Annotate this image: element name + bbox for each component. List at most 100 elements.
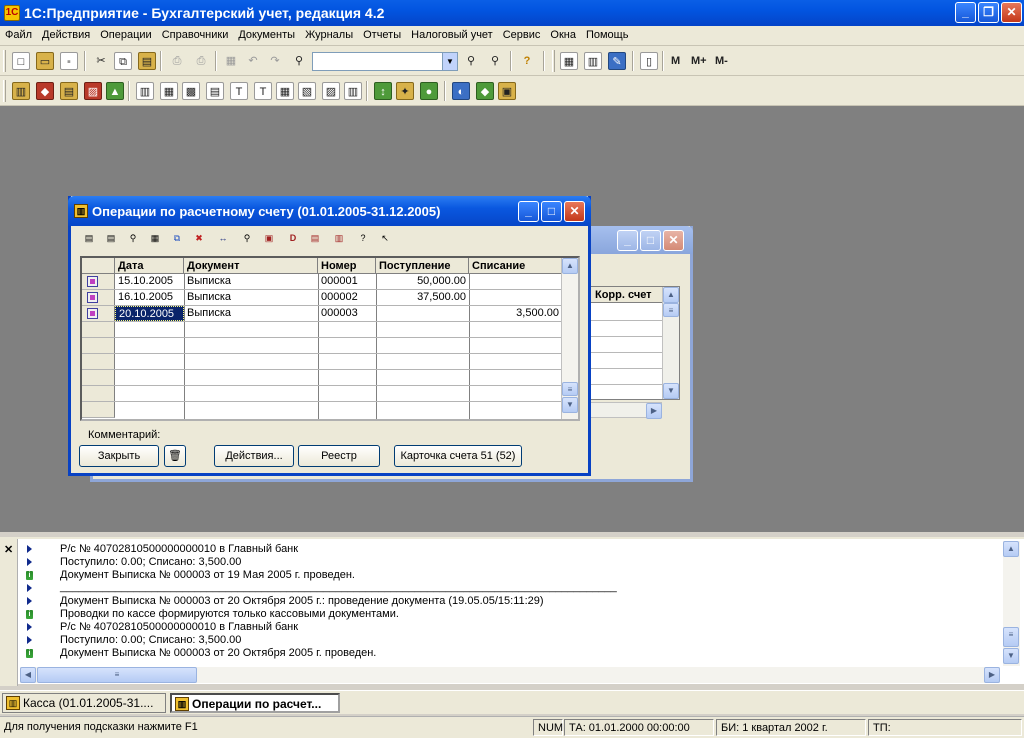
table-cell-income[interactable] <box>376 306 469 321</box>
close-icon[interactable]: ✕ <box>564 201 585 222</box>
copy-document-icon[interactable]: ⧉ <box>169 230 185 246</box>
menu-file[interactable]: Файл <box>0 26 37 45</box>
account-analysis-icon[interactable]: ▤ <box>206 82 224 100</box>
table-cell-date[interactable]: 15.10.2005 <box>115 274 184 289</box>
row-indicator[interactable] <box>82 290 115 306</box>
unpost-icon[interactable]: D <box>285 230 301 246</box>
search-combobox[interactable]: ▼ <box>312 52 458 71</box>
scroll-down-icon[interactable]: ▼ <box>562 397 578 413</box>
memory-m-button[interactable]: M <box>668 52 683 70</box>
find-binoculars-icon[interactable]: ⚲ <box>290 52 308 70</box>
new-document-icon[interactable]: □ <box>12 52 30 70</box>
column-header-corr-account[interactable]: Корр. счет <box>591 287 663 303</box>
post-document-icon[interactable]: ▣ <box>261 230 277 246</box>
column-header-expense[interactable]: Списание <box>469 258 562 274</box>
paste-icon[interactable]: ▤ <box>138 52 156 70</box>
table-cell-number[interactable]: 000001 <box>318 274 376 289</box>
movement-icon[interactable]: ▥ <box>331 230 347 246</box>
restore-icon[interactable]: ❐ <box>978 2 999 23</box>
vertical-scrollbar[interactable]: ▲ ≡ ▼ <box>662 287 679 399</box>
calculator-icon[interactable]: ▦ <box>560 52 578 70</box>
1c-logo-icon[interactable]: 1С <box>4 5 20 21</box>
cash-desk-icon[interactable]: ↕ <box>374 82 392 100</box>
task-cash-window[interactable]: ▥ Касса (01.01.2005-31.... <box>2 693 166 713</box>
turnover-balance-icon[interactable]: ▥ <box>136 82 154 100</box>
table-cell-expense[interactable]: 3,500.00 <box>469 306 562 321</box>
scroll-down-icon[interactable]: ▼ <box>1003 648 1019 664</box>
scroll-thumb[interactable]: ≡ <box>562 382 578 396</box>
table-cell-number[interactable]: 000003 <box>318 306 376 321</box>
toolbar-grip[interactable] <box>552 50 555 72</box>
edit-row-icon[interactable]: ▤ <box>103 230 119 246</box>
account-turnover-icon[interactable]: ▧ <box>298 82 316 100</box>
search-binoculars-icon[interactable]: ⚲ <box>239 230 255 246</box>
scroll-down-icon[interactable]: ▼ <box>663 383 679 399</box>
redo-icon[interactable]: ↷ <box>266 52 284 70</box>
actions-button[interactable]: Действия... <box>214 445 294 467</box>
chessboard-icon[interactable]: ▦ <box>160 82 178 100</box>
interval-icon[interactable]: ↔ <box>215 230 231 246</box>
cut-icon[interactable]: ✂ <box>92 52 110 70</box>
bank-operations-window[interactable]: ▥ Операции по расчетному счету (01.01.20… <box>68 196 591 476</box>
close-icon[interactable]: ✕ <box>4 543 13 556</box>
delete-row-icon[interactable]: ✖ <box>191 230 207 246</box>
save-icon[interactable]: ▪ <box>60 52 78 70</box>
menu-tax[interactable]: Налоговый учет <box>406 26 498 45</box>
add-row-icon[interactable]: ▤ <box>81 230 97 246</box>
memory-plus-button[interactable]: M+ <box>688 52 710 70</box>
table-cell-income[interactable]: 50,000.00 <box>376 274 469 289</box>
trash-icon[interactable]: 🗑 <box>164 445 186 467</box>
find-next-icon[interactable]: ⚲ <box>462 52 480 70</box>
hint-icon[interactable]: ✎ <box>608 52 626 70</box>
subconto-icon[interactable]: ◆ <box>36 82 54 100</box>
chart-of-accounts-icon[interactable]: ▥ <box>12 82 30 100</box>
chevron-down-icon[interactable]: ▼ <box>442 53 457 70</box>
table-cell-document[interactable]: Выписка <box>184 290 318 305</box>
period-close-icon[interactable]: ◆ <box>476 82 494 100</box>
help-icon[interactable]: ? <box>355 230 371 246</box>
bank-operations-title-bar[interactable]: ▥ Операции по расчетному счету (01.01.20… <box>68 196 591 226</box>
scroll-left-icon[interactable]: ◀ <box>20 667 36 683</box>
maximize-icon[interactable]: □ <box>541 201 562 222</box>
scroll-up-icon[interactable]: ▲ <box>562 258 578 274</box>
account-card-button[interactable]: Карточка счета 51 (52) <box>394 445 522 467</box>
chart-report-icon[interactable]: ▥ <box>344 82 362 100</box>
view-icon[interactable]: ⚲ <box>125 230 141 246</box>
close-icon[interactable]: ✕ <box>1001 2 1022 23</box>
table-cell-document[interactable]: Выписка <box>184 306 318 321</box>
table-cell-expense[interactable] <box>469 290 562 305</box>
table-cell-document[interactable]: Выписка <box>184 274 318 289</box>
copy-row-icon[interactable]: ▦ <box>147 230 163 246</box>
account-card-icon[interactable]: T <box>230 82 248 100</box>
menu-operations[interactable]: Операции <box>95 26 156 45</box>
print-icon[interactable]: ⎙ <box>168 52 186 70</box>
scroll-thumb[interactable]: ≡ <box>37 667 197 683</box>
close-icon[interactable]: ✕ <box>663 230 684 251</box>
scroll-thumb[interactable]: ≡ <box>663 303 679 317</box>
menu-documents[interactable]: Документы <box>233 26 300 45</box>
reglament-icon[interactable]: ▣ <box>498 82 516 100</box>
column-header-date[interactable]: Дата <box>115 258 184 274</box>
find-previous-icon[interactable]: ⚲ <box>486 52 504 70</box>
globe-icon[interactable]: ● <box>420 82 438 100</box>
menu-references[interactable]: Справочники <box>157 26 234 45</box>
operations-table[interactable]: Дата Документ Номер Поступление Списание… <box>80 256 580 421</box>
book-icon[interactable]: ▯ <box>640 52 658 70</box>
entries-icon[interactable]: ▤ <box>307 230 323 246</box>
minimize-icon[interactable]: _ <box>617 230 638 251</box>
table-cell-income[interactable]: 37,500.00 <box>376 290 469 305</box>
checkerboard-report-icon[interactable]: ▩ <box>182 82 200 100</box>
calendar-icon[interactable]: ▥ <box>584 52 602 70</box>
menu-journals[interactable]: Журналы <box>300 26 358 45</box>
row-indicator[interactable] <box>82 306 115 322</box>
open-folder-icon[interactable]: ▭ <box>36 52 54 70</box>
bank-icon[interactable]: ✦ <box>396 82 414 100</box>
horizontal-scrollbar[interactable]: ◀ ≡ ▶ <box>20 667 1000 683</box>
minimize-icon[interactable]: _ <box>518 201 539 222</box>
subconto-turnover-icon[interactable]: ▨ <box>322 82 340 100</box>
vertical-scrollbar[interactable]: ▲ ≡ ▼ <box>1003 541 1020 666</box>
help-icon[interactable]: ? <box>518 52 536 70</box>
cash-table[interactable]: Корр. счет ▲ ≡ ▼ <box>590 286 680 400</box>
subconto-card-icon[interactable]: T <box>254 82 272 100</box>
menu-service[interactable]: Сервис <box>498 26 546 45</box>
